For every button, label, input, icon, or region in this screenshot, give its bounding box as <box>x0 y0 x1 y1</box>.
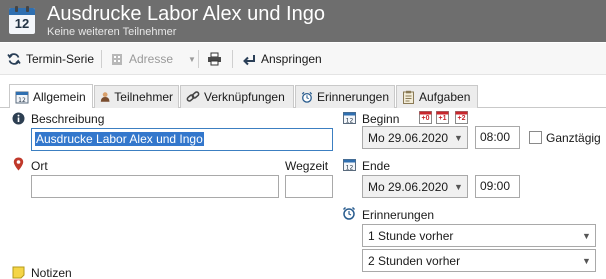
travel-time-label: Wegzeit <box>285 159 329 173</box>
shortcut-today-button[interactable]: +0 <box>419 110 432 127</box>
series-button[interactable]: Termin-Serie <box>7 49 94 69</box>
calendar-icon: 12 <box>15 91 29 104</box>
toolbar-separator <box>101 50 102 68</box>
clipboard-icon <box>403 90 414 104</box>
reminder-2-value: 2 Stunden vorher <box>368 254 461 268</box>
svg-text:12: 12 <box>346 118 354 125</box>
chevron-down-icon[interactable]: ▼ <box>578 250 595 271</box>
description-value: Ausdrucke Labor Alex und Ingo <box>35 132 204 146</box>
calendar-app-icon: 12 <box>9 6 35 34</box>
toolbar-separator <box>232 50 233 68</box>
chevron-down-icon[interactable]: ▼ <box>578 225 595 246</box>
shortcut-tomorrow-button[interactable]: +1 <box>436 110 449 127</box>
end-label: Ende <box>362 159 391 173</box>
alarm-clock-icon <box>301 91 313 103</box>
begin-label: Beginn <box>362 112 400 126</box>
chevron-down-icon[interactable]: ▼ <box>450 127 467 148</box>
calendar-icon: 12 <box>343 159 356 172</box>
begin-date-value: Mo 29.06.2020 <box>368 131 449 145</box>
location-label: Ort <box>31 159 48 173</box>
end-date-picker[interactable]: Mo 29.06.2020 ▼ <box>362 175 468 198</box>
printer-icon <box>208 52 221 66</box>
travel-time-input[interactable] <box>285 175 333 198</box>
note-icon <box>12 266 25 279</box>
end-time-input[interactable]: 09:00 <box>475 175 520 198</box>
chevron-down-icon: ▼ <box>188 54 196 64</box>
print-button[interactable] <box>207 49 222 69</box>
reminder-1-value: 1 Stunde vorher <box>368 229 454 243</box>
toolbar: Termin-Serie Adresse ▼ Anspringen <box>0 43 606 75</box>
window-subtitle: Keine weiteren Teilnehmer <box>47 26 177 38</box>
notes-label: Notizen <box>31 266 72 279</box>
begin-date-picker[interactable]: Mo 29.06.2020 ▼ <box>362 126 468 149</box>
address-button[interactable]: Adresse ▼ <box>110 49 196 69</box>
begin-time-input[interactable]: 08:00 <box>475 126 520 149</box>
link-icon <box>186 91 200 102</box>
reminders-label: Erinnerungen <box>362 208 435 222</box>
description-input[interactable]: Ausdrucke Labor Alex und Ingo <box>31 128 333 151</box>
end-date-value: Mo 29.06.2020 <box>368 180 449 194</box>
tab-teilnehmer[interactable]: Teilnehmer <box>94 85 179 108</box>
all-day-label: Ganztägig <box>546 131 601 145</box>
reminder-1-select[interactable]: 1 Stunde vorher ▼ <box>362 224 596 247</box>
chevron-down-icon[interactable]: ▼ <box>450 176 467 197</box>
jump-to-button[interactable]: Anspringen <box>242 49 322 69</box>
description-label: Beschreibung <box>31 112 105 126</box>
building-icon <box>112 54 122 65</box>
title-bar: 12 Ausdrucke Labor Alex und Ingo Keine w… <box>0 0 606 42</box>
svg-text:12: 12 <box>346 165 354 172</box>
alarm-clock-icon <box>342 206 356 220</box>
recurrence-icon <box>7 53 21 65</box>
shortcut-day-after-button[interactable]: +2 <box>455 110 468 127</box>
window-title: Ausdrucke Labor Alex und Ingo <box>47 3 325 25</box>
tab-allgemein[interactable]: 12 Allgemein <box>9 84 93 108</box>
tab-aufgaben[interactable]: Aufgaben <box>396 85 478 108</box>
reminder-2-select[interactable]: 2 Stunden vorher ▼ <box>362 249 596 272</box>
all-day-checkbox[interactable] <box>529 131 542 144</box>
person-icon <box>100 92 110 102</box>
tab-erinnerungen[interactable]: Erinnerungen <box>295 85 395 108</box>
toolbar-separator <box>198 50 199 68</box>
location-input[interactable] <box>31 175 279 198</box>
jump-arrow-icon <box>243 55 255 66</box>
tab-verknuepfungen[interactable]: Verknüpfungen <box>180 85 294 108</box>
calendar-icon: 12 <box>343 112 356 125</box>
svg-text:12: 12 <box>18 97 26 104</box>
info-icon <box>12 112 25 125</box>
location-pin-icon <box>13 157 24 171</box>
